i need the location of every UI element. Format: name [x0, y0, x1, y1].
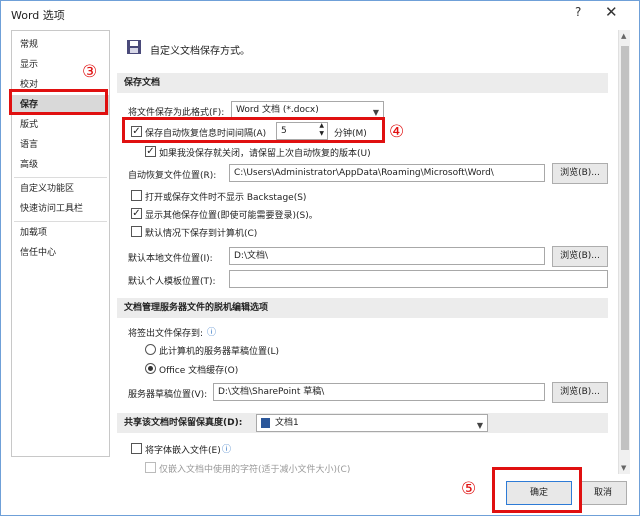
fidelity-label: 共享该文档时保留保真度(D): — [124, 418, 243, 428]
save-to-computer-checkbox[interactable] — [131, 226, 142, 237]
sidebar-item-trust-center[interactable]: 信任中心 — [12, 243, 109, 263]
autorecover-location-label: 自动恢复文件位置(R): — [128, 171, 217, 181]
office-cache-radio[interactable] — [145, 363, 156, 374]
office-cache-label: Office 文档缓存(O) — [159, 366, 239, 376]
sidebar-item-quick-access[interactable]: 快速访问工具栏 — [12, 199, 109, 219]
embed-used-chars-label: 仅嵌入文档中使用的字符(适于减小文件大小)(C) — [159, 465, 351, 475]
annotation-box-ok — [492, 467, 582, 513]
content-scrollbar[interactable]: ▲ ▼ — [618, 30, 630, 474]
annotation-number-3: ③ — [82, 62, 98, 82]
sidebar-item-advanced[interactable]: 高级 — [12, 155, 109, 175]
section-offline-editing: 文档管理服务器文件的脱机编辑选项 — [117, 298, 608, 318]
default-local-location-input[interactable]: D:\文档\ — [229, 247, 545, 265]
save-disk-icon — [127, 40, 141, 54]
page-title: 自定义文档保存方式。 — [150, 46, 250, 57]
embed-used-chars-checkbox[interactable] — [145, 462, 156, 473]
browse-drafts-button[interactable]: 浏览(B)... — [552, 382, 608, 403]
templates-location-label: 默认个人模板位置(T): — [128, 277, 216, 287]
word-options-dialog: Word 选项 ? ✕ 常规 显示 校对 保存 版式 语言 高级 自定义功能区 … — [0, 0, 640, 516]
templates-location-input[interactable] — [229, 270, 608, 288]
close-icon[interactable]: ✕ — [605, 3, 618, 21]
default-local-location-label: 默认本地文件位置(I): — [128, 254, 213, 264]
dialog-title: Word 选项 — [11, 9, 65, 22]
fidelity-document-value: 文档1 — [275, 418, 299, 428]
sidebar-item-customize-ribbon[interactable]: 自定义功能区 — [12, 179, 109, 199]
sidebar-item-addins[interactable]: 加载项 — [12, 223, 109, 243]
keep-last-version-checkbox[interactable]: ✓ — [145, 146, 156, 157]
show-other-locations-checkbox[interactable]: ✓ — [131, 208, 142, 219]
keep-last-version-label: 如果我没保存就关闭，请保留上次自动恢复的版本(U) — [159, 149, 371, 159]
no-backstage-label: 打开或保存文件时不显示 Backstage(S) — [145, 193, 307, 203]
embed-fonts-checkbox[interactable] — [131, 443, 142, 454]
cancel-button[interactable]: 取消 — [579, 481, 627, 505]
scroll-down-icon[interactable]: ▼ — [621, 464, 626, 472]
embed-fonts-label: 将字体嵌入文件(E) — [145, 446, 221, 456]
sidebar-item-layout[interactable]: 版式 — [12, 115, 109, 135]
annotation-number-4: ④ — [389, 122, 405, 142]
info-icon: ⓘ — [222, 445, 232, 455]
word-doc-icon — [261, 418, 270, 428]
save-to-computer-label: 默认情况下保存到计算机(C) — [145, 229, 258, 239]
drafts-location-label: 服务器草稿位置(V): — [128, 390, 208, 400]
show-other-locations-label: 显示其他保存位置(即使可能需要登录)(S)。 — [145, 211, 318, 221]
checkout-label: 将签出文件保存到: — [128, 329, 204, 339]
sidebar-divider — [14, 221, 107, 222]
scroll-up-icon[interactable]: ▲ — [621, 32, 626, 40]
browse-default-local-button[interactable]: 浏览(B)... — [552, 246, 608, 267]
no-backstage-checkbox[interactable] — [131, 190, 142, 201]
info-icon: ⓘ — [207, 328, 217, 338]
format-value: Word 文档 (*.docx) — [236, 105, 319, 115]
browse-autorecover-button[interactable]: 浏览(B)... — [552, 163, 608, 184]
annotation-box-save — [9, 89, 108, 115]
section-save-documents: 保存文档 — [117, 73, 608, 93]
chevron-down-icon: ▼ — [476, 421, 483, 430]
sidebar-item-language[interactable]: 语言 — [12, 135, 109, 155]
sidebar-divider — [14, 177, 107, 178]
drafts-location-input[interactable]: D:\文档\SharePoint 草稿\ — [213, 383, 545, 401]
server-drafts-label: 此计算机的服务器草稿位置(L) — [159, 347, 280, 357]
scroll-thumb[interactable] — [621, 46, 629, 450]
sidebar-item-general[interactable]: 常规 — [12, 35, 109, 55]
server-drafts-radio[interactable] — [145, 344, 156, 355]
annotation-box-autorecover — [122, 117, 385, 143]
fidelity-document-select[interactable]: 文档1 ▼ — [256, 414, 488, 432]
annotation-number-5: ⑤ — [461, 479, 477, 499]
help-button[interactable]: ? — [575, 5, 581, 19]
title-bar: Word 选项 ? ✕ — [1, 1, 639, 27]
autorecover-location-input[interactable]: C:\Users\Administrator\AppData\Roaming\M… — [229, 164, 545, 182]
